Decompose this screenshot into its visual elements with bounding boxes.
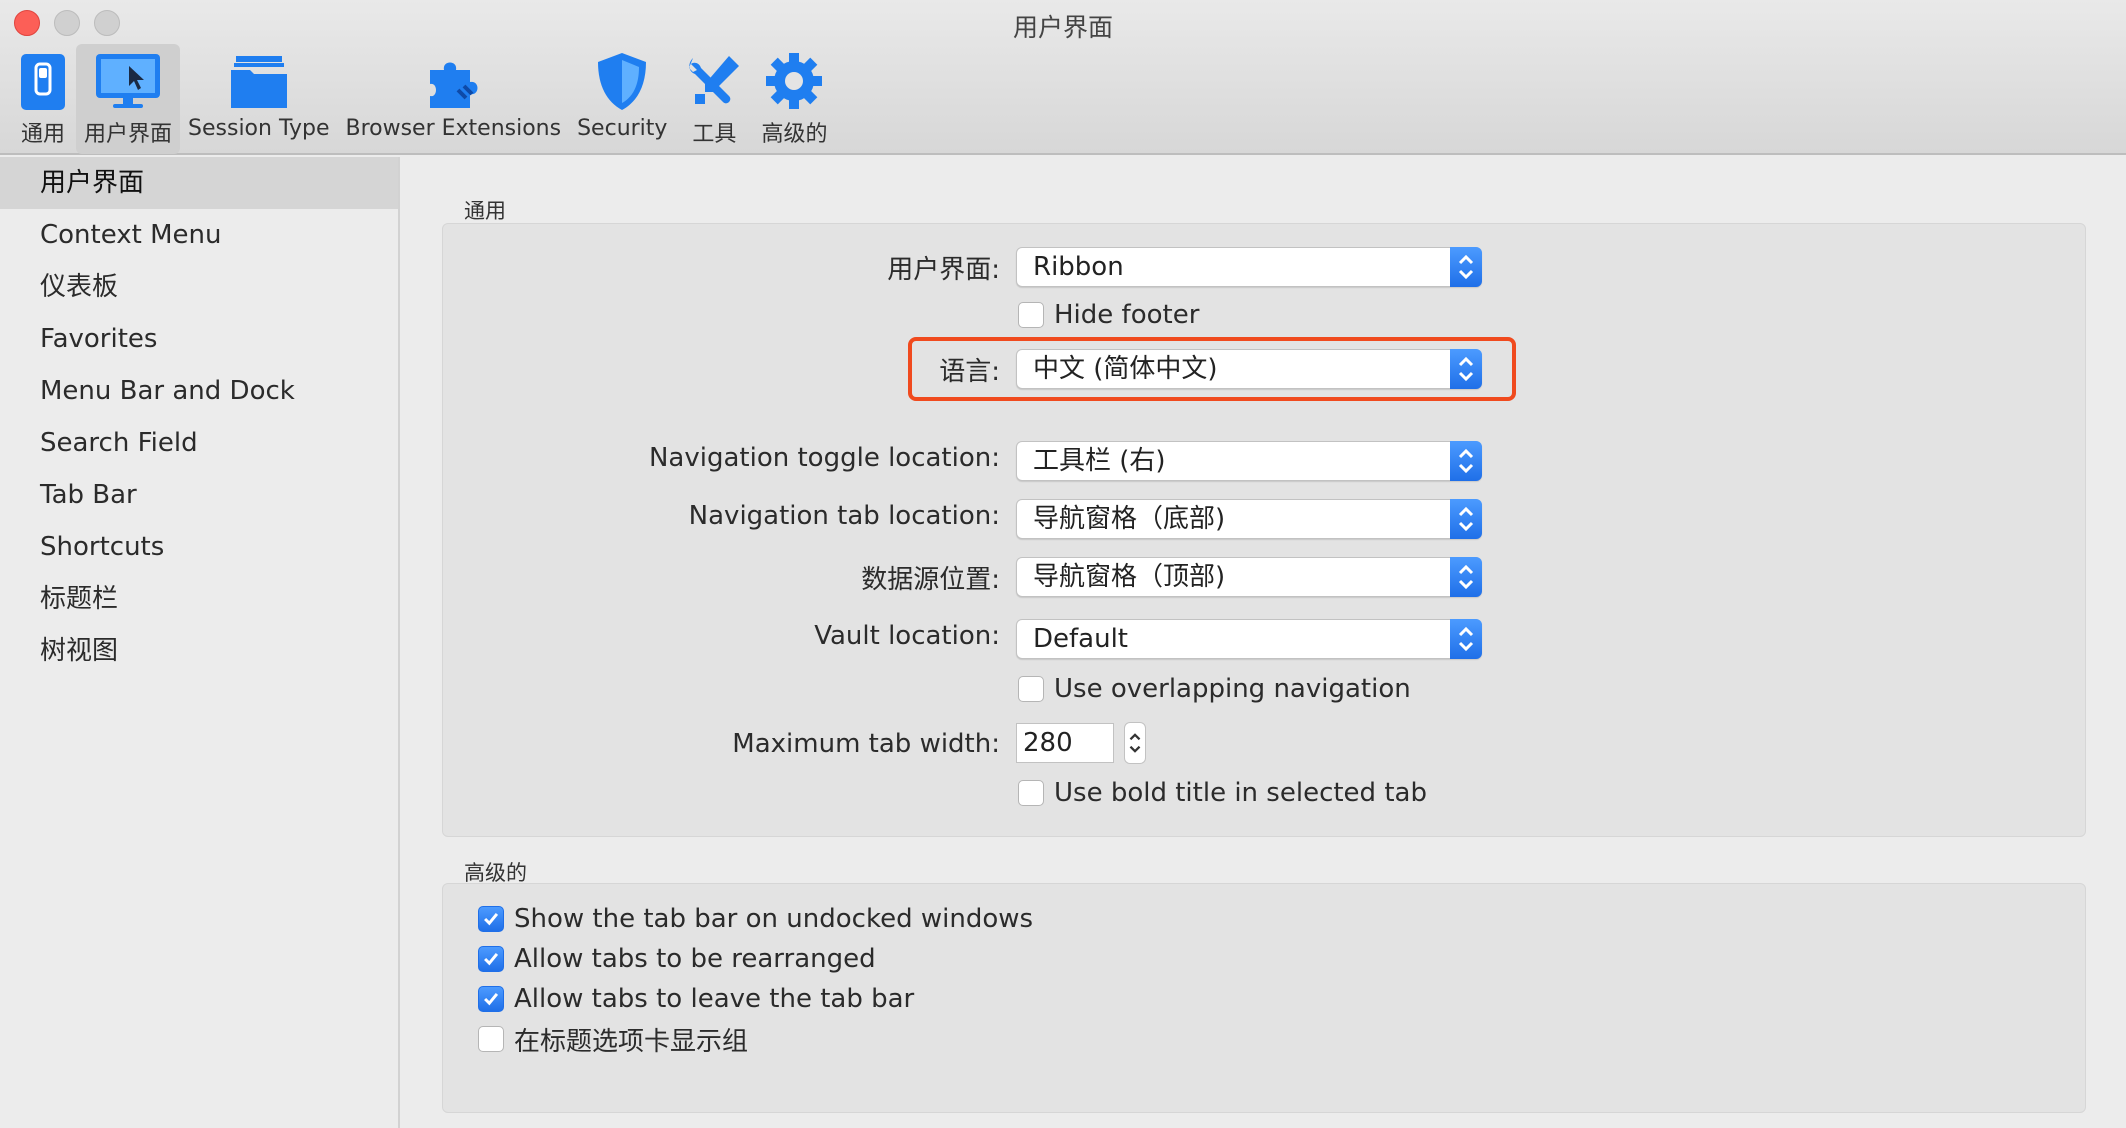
ui-popup-value: Ribbon [1033,252,1124,282]
sidebar-item-context-menu[interactable]: Context Menu [0,209,398,261]
chevron-updown-icon [1450,557,1482,597]
vault-popup[interactable]: Default [1016,619,1482,659]
sidebar-item-menu-bar-dock[interactable]: Menu Bar and Dock [0,365,398,417]
nav-tab-popup[interactable]: 导航窗格（底部) [1016,499,1482,539]
vault-popup-value: Default [1033,624,1128,654]
advanced-option-row[interactable]: Allow tabs to be rearranged [478,943,876,975]
hide-footer-checkbox-row[interactable]: Hide footer [1018,299,1199,331]
max-tab-width-input[interactable]: 280 [1016,723,1114,763]
sidebar-item-dashboard[interactable]: 仪表板 [0,261,398,313]
settings-content: 通用 用户界面: Ribbon Hide footer 语言: 中文 (简体中文… [402,157,2126,1128]
language-label: 语言: [939,357,1000,387]
vault-label: Vault location: [814,621,1000,651]
tools-icon [689,56,740,104]
nav-toggle-popup-value: 工具栏 (右) [1033,446,1166,476]
rearrange-tabs-label: Allow tabs to be rearranged [514,944,876,974]
rearrange-tabs-checkbox[interactable] [478,946,504,972]
bold-title-checkbox-row[interactable]: Use bold title in selected tab [1018,777,1427,809]
chevron-updown-icon [1450,349,1482,389]
toolbar-tab-browser-extensions[interactable]: Browser Extensions [337,44,569,154]
stepper-arrows-icon [1129,733,1141,753]
chevron-updown-icon [1450,499,1482,539]
checkmark-icon [484,992,499,1006]
sidebar-item-shortcuts[interactable]: Shortcuts [0,521,398,573]
preferences-toolbar: 通用 用户界面 Session Type Browser Extensions … [10,44,835,154]
window-titlebar: 用户界面 通用 用户界面 Session Type Browser Extens… [0,0,2126,155]
nav-tab-popup-value: 导航窗格（底部) [1033,504,1226,534]
nav-toggle-popup[interactable]: 工具栏 (右) [1016,441,1482,481]
checkmark-icon [484,952,499,966]
show-tab-bar-label: Show the tab bar on undocked windows [514,904,1034,934]
sidebar-item-user-interface[interactable]: 用户界面 [0,157,398,209]
show-groups-label: 在标题选项卡显示组 [514,1026,749,1057]
datasource-label: 数据源位置: [861,565,1000,595]
toolbar-tab-label: Session Type [188,116,330,141]
toolbar-tab-label: 通用 [20,122,65,147]
hide-footer-checkbox[interactable] [1018,302,1044,328]
advanced-option-row[interactable]: Allow tabs to leave the tab bar [478,983,914,1015]
hide-footer-label: Hide footer [1054,300,1200,330]
sidebar-item-favorites[interactable]: Favorites [0,313,398,365]
monitor-icon [96,54,160,108]
sidebar-item-tree-view[interactable]: 树视图 [0,625,398,677]
section-title-general: 通用 [464,199,506,223]
sidebar-item-title-bar[interactable]: 标题栏 [0,573,398,625]
leave-tab-bar-label: Allow tabs to leave the tab bar [514,984,915,1014]
toolbar-tab-label: 工具 [692,122,737,147]
overlapping-checkbox-row[interactable]: Use overlapping navigation [1018,673,1411,705]
toolbar-tab-security[interactable]: Security [569,44,675,154]
show-tab-bar-checkbox[interactable] [478,906,504,932]
gear-icon [766,53,823,109]
toolbar-tab-label: 高级的 [761,122,828,147]
sidebar: 用户界面 Context Menu 仪表板 Favorites Menu Bar… [0,157,400,1128]
show-groups-checkbox[interactable] [478,1026,504,1052]
switch-icon [21,54,65,110]
toolbar-tab-user-interface[interactable]: 用户界面 [76,44,181,154]
leave-tab-bar-checkbox[interactable] [478,986,504,1012]
language-popup[interactable]: 中文 (简体中文) [1016,349,1482,389]
bold-title-checkbox[interactable] [1018,780,1044,806]
checkmark-icon [484,912,499,926]
advanced-option-row[interactable]: Show the tab bar on undocked windows [478,903,1033,935]
nav-toggle-label: Navigation toggle location: [648,443,1000,473]
datasource-popup-value: 导航窗格（顶部) [1033,562,1226,592]
nav-tab-label: Navigation tab location: [688,501,1000,531]
toolbar-tab-general[interactable]: 通用 [10,44,76,154]
toolbar-tab-label: Browser Extensions [345,116,562,141]
chevron-updown-icon [1450,441,1482,481]
overlapping-label: Use overlapping navigation [1054,674,1411,704]
max-tab-width-label: Maximum tab width: [732,729,1000,759]
toolbar-tab-session-type[interactable]: Session Type [180,44,337,154]
window-title: 用户界面 [1012,13,1113,42]
sidebar-item-search-field[interactable]: Search Field [0,417,398,469]
ui-label: 用户界面: [887,255,1000,285]
puzzle-icon [430,62,478,108]
sidebar-item-tab-bar[interactable]: Tab Bar [0,469,398,521]
overlapping-checkbox[interactable] [1018,676,1044,702]
toolbar-tab-label: Security [577,116,668,141]
max-tab-width-stepper[interactable] [1124,722,1146,764]
chevron-updown-icon [1450,619,1482,659]
toolbar-tab-advanced[interactable]: 高级的 [753,44,835,154]
chevron-updown-icon [1450,247,1482,287]
ui-popup[interactable]: Ribbon [1016,247,1482,287]
bold-title-label: Use bold title in selected tab [1054,778,1427,808]
advanced-option-row[interactable]: 在标题选项卡显示组 [478,1023,749,1057]
datasource-popup[interactable]: 导航窗格（顶部) [1016,557,1482,597]
toolbar-tab-tools[interactable]: 工具 [675,44,753,154]
language-popup-value: 中文 (简体中文) [1033,354,1218,384]
folder-icon [230,56,287,108]
shield-icon [598,53,647,110]
toolbar-tab-label: 用户界面 [84,122,173,147]
